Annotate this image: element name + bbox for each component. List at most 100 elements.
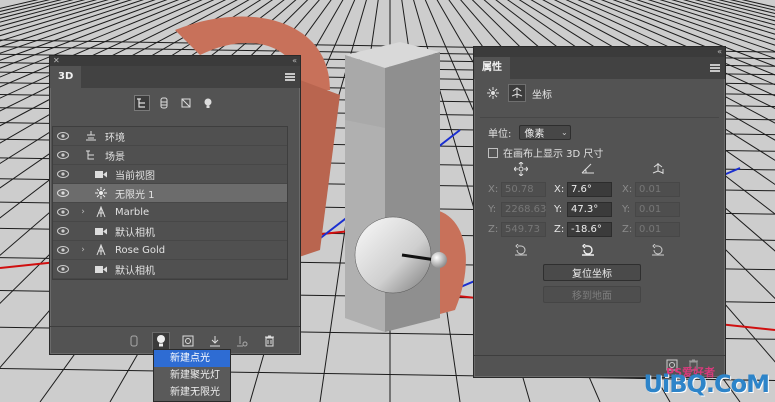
rotation-y-field[interactable]: 47.3°: [567, 202, 612, 217]
materials-filter-icon[interactable]: [178, 95, 194, 111]
rotation-y-label: Y:: [554, 204, 563, 215]
panel-menu-icon[interactable]: [710, 64, 720, 72]
render-icon[interactable]: [233, 332, 251, 350]
show-3d-size-row[interactable]: 在画布上显示 3D 尺寸: [488, 145, 603, 160]
layer-label: Rose Gold: [115, 244, 166, 256]
lights-filter-icon[interactable]: [200, 95, 216, 111]
watermark: UiBQ.CoM: [643, 370, 770, 398]
rotation-x-field[interactable]: 7.6°: [567, 182, 612, 197]
light-direction-handle[interactable]: [431, 252, 447, 268]
layer-label: 默认相机: [115, 265, 155, 277]
scale-y-row: Y: 0.01: [622, 202, 680, 217]
layer-current-view[interactable]: 当前视图: [53, 165, 287, 184]
expand-arrow-icon[interactable]: ›: [73, 245, 93, 255]
infinite-light-properties-icon[interactable]: [484, 84, 502, 102]
collapse-icon[interactable]: «: [717, 47, 722, 57]
layer-environment[interactable]: 环境: [53, 127, 287, 146]
unit-select[interactable]: 像素 ⌄: [519, 125, 572, 140]
reset-coordinates-button[interactable]: 复位坐标: [543, 264, 641, 281]
reset-scale-icon[interactable]: [651, 244, 665, 256]
layer-infinite-light[interactable]: 无限光 1: [53, 184, 287, 203]
watermark-logo: UiBQ.CoM: [643, 370, 770, 398]
light-gizmo-sphere[interactable]: [354, 216, 432, 294]
reset-rotation-icon[interactable]: [581, 244, 595, 256]
menu-item-new-point-light[interactable]: 新建点光: [154, 350, 230, 367]
delete-trash-icon[interactable]: [260, 332, 278, 350]
chevron-down-icon: ⌄: [561, 128, 568, 137]
mesh-from-preset-icon[interactable]: [125, 332, 143, 350]
meshes-filter-icon[interactable]: [156, 95, 172, 111]
panel-tabbar: 属性: [474, 57, 725, 79]
layer-label: Marble: [115, 206, 150, 218]
move-to-ground-button[interactable]: 移到地面: [543, 286, 641, 303]
position-x-field: 50.78: [501, 182, 546, 197]
camera-icon: [93, 227, 109, 236]
layer-default-camera[interactable]: 默认相机: [53, 222, 287, 241]
camera-icon: [93, 170, 109, 179]
scale-z-field: 0.01: [635, 222, 680, 237]
position-z-label: Z:: [488, 224, 499, 235]
properties-mode-row: 坐标: [474, 79, 725, 107]
visibility-eye-icon[interactable]: [53, 246, 73, 254]
new-light-menu: 新建点光 新建聚光灯 新建无限光: [153, 349, 231, 402]
menu-item-new-infinite-light[interactable]: 新建无限光: [154, 384, 230, 401]
move-tool-icon[interactable]: [514, 162, 528, 176]
close-icon[interactable]: ✕: [53, 56, 60, 66]
rotation-z-field[interactable]: -18.6°: [567, 222, 612, 237]
rotate-tool-icon[interactable]: [581, 162, 595, 174]
menu-item-new-spot-light[interactable]: 新建聚光灯: [154, 367, 230, 384]
layer-label: 默认相机: [115, 227, 155, 239]
layer-rose-gold[interactable]: › Rose Gold: [53, 241, 287, 260]
position-y-field: 2268.63: [501, 202, 546, 217]
scale-x-field: 0.01: [635, 182, 680, 197]
properties-mode-label: 坐标: [532, 89, 552, 101]
tab-properties[interactable]: 属性: [474, 57, 510, 79]
whole-scene-filter-icon[interactable]: [134, 95, 150, 111]
properties-panel: « 属性 坐标 单位: 像素 ⌄ 在画布上显示 3D 尺寸 X: 50.78 X…: [473, 46, 726, 378]
reset-position-icon[interactable]: [514, 244, 528, 256]
drop-to-ground-icon[interactable]: [206, 332, 224, 350]
panel-header: ✕ «: [50, 56, 300, 66]
add-constraint-icon[interactable]: [179, 332, 197, 350]
panel-menu-icon[interactable]: [285, 73, 295, 81]
rotation-x-row: X: 7.6°: [554, 182, 612, 197]
visibility-eye-icon[interactable]: [53, 227, 73, 235]
scale-x-row: X: 0.01: [622, 182, 680, 197]
mesh-icon: [93, 244, 109, 256]
visibility-eye-icon[interactable]: [53, 132, 73, 140]
show-3d-size-checkbox[interactable]: [488, 147, 498, 158]
position-y-row: Y: 2268.63: [488, 202, 546, 217]
layer-scene[interactable]: 场景: [53, 146, 287, 165]
filter-row: [50, 88, 300, 118]
scale-x-label: X:: [622, 184, 633, 195]
layer-default-camera[interactable]: 默认相机: [53, 260, 287, 279]
collapse-icon[interactable]: «: [292, 56, 297, 66]
position-y-label: Y:: [488, 204, 497, 215]
add-light-icon[interactable]: [152, 331, 170, 350]
camera-icon: [93, 265, 109, 274]
environment-icon: [83, 130, 99, 142]
layer-label: 环境: [105, 132, 125, 144]
coordinates-icon[interactable]: [508, 84, 526, 102]
visibility-eye-icon[interactable]: [53, 208, 73, 216]
visibility-eye-icon[interactable]: [53, 189, 73, 197]
scale-y-label: Y:: [622, 204, 631, 215]
tab-3d[interactable]: 3D: [50, 66, 82, 88]
panel-header: «: [474, 47, 725, 57]
infinite-light-icon: [93, 187, 109, 199]
visibility-eye-icon[interactable]: [53, 151, 73, 159]
unit-label: 单位:: [488, 129, 512, 140]
panel-tabbar: 3D: [50, 66, 300, 88]
scale-tool-icon[interactable]: [651, 162, 665, 176]
position-x-label: X:: [488, 184, 499, 195]
rotation-z-row: Z: -18.6°: [554, 222, 612, 237]
position-z-row: Z: 549.73: [488, 222, 546, 237]
layer-label: 无限光 1: [115, 189, 155, 201]
visibility-eye-icon[interactable]: [53, 170, 73, 178]
layer-marble[interactable]: › Marble: [53, 203, 287, 222]
position-z-field: 549.73: [501, 222, 546, 237]
layer-label: 当前视图: [115, 170, 155, 182]
expand-arrow-icon[interactable]: ›: [73, 207, 93, 217]
visibility-eye-icon[interactable]: [53, 265, 73, 273]
position-x-row: X: 50.78: [488, 182, 546, 197]
